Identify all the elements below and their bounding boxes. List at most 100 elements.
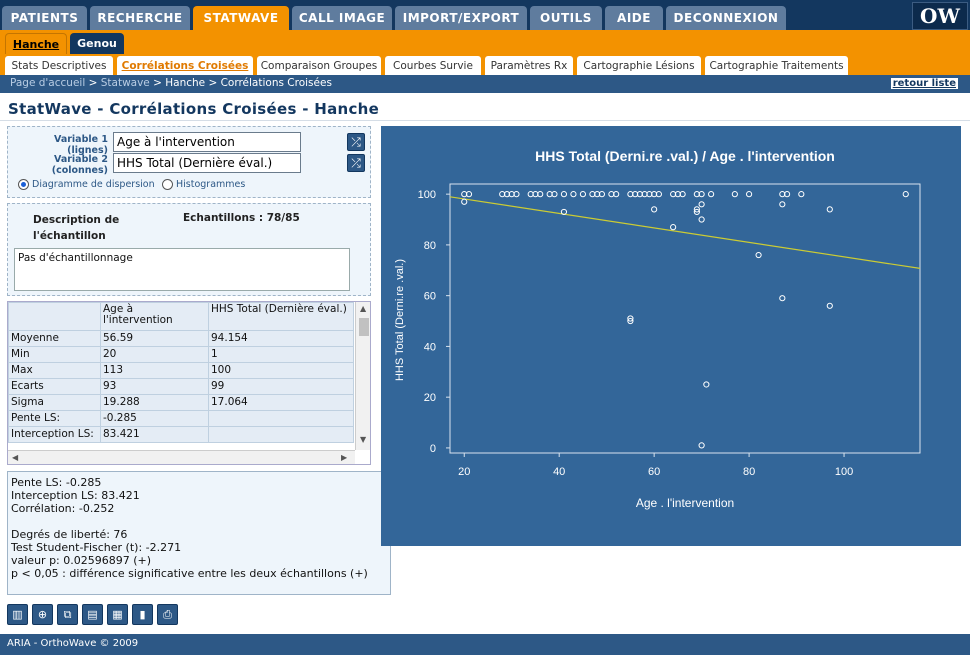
- data-point: [779, 201, 786, 208]
- breadcrumb-home-link[interactable]: Page d'accueil: [10, 77, 85, 89]
- clipboard-icon[interactable]: ▤: [82, 604, 103, 625]
- table-cell: 100: [208, 362, 354, 379]
- table-cell: Moyenne: [8, 330, 101, 347]
- y-tick-label: 100: [418, 189, 436, 201]
- result-degrees-of-freedom: Degrés de liberté: 76: [11, 528, 128, 541]
- y-axis-label: HHS Total (Derni.re .val.): [394, 259, 406, 381]
- y-tick-label: 20: [424, 392, 436, 404]
- tab-correlations-croisees[interactable]: Corrélations Croisées: [117, 56, 253, 75]
- table-cell: 56.59: [100, 330, 209, 347]
- data-point: [698, 216, 705, 223]
- chart-export-icon[interactable]: ▮: [132, 604, 153, 625]
- regression-line: [449, 196, 921, 269]
- result-conclusion: p < 0,05 : différence significative entr…: [11, 567, 368, 580]
- table-row: Sigma 19.288 17.064: [8, 394, 354, 411]
- tab-cartographie-lesions[interactable]: Cartographie Lésions: [577, 56, 701, 75]
- back-to-list-link[interactable]: retour liste: [890, 78, 958, 89]
- shuffle-icon: ⤮: [351, 134, 361, 149]
- table-cell: -0.285: [100, 410, 209, 427]
- data-point: [670, 224, 677, 231]
- x-tick-label: 80: [743, 466, 755, 478]
- tab-outils[interactable]: OUTILS: [530, 6, 602, 30]
- scroll-down-icon[interactable]: ▼: [360, 435, 366, 444]
- tab-stats-descriptives[interactable]: Stats Descriptives: [5, 56, 113, 75]
- table-cell: 83.421: [100, 426, 209, 443]
- tab-import-export[interactable]: IMPORT/EXPORT: [395, 6, 527, 30]
- vertical-scrollbar[interactable]: ▲ ▼: [355, 302, 370, 450]
- print-icon[interactable]: ⎙: [157, 604, 178, 625]
- data-point: [560, 191, 568, 198]
- third-navigation: Stats Descriptives Corrélations Croisées…: [0, 54, 970, 75]
- variable-1-field[interactable]: [113, 132, 301, 152]
- subtab-genou[interactable]: Genou: [70, 33, 124, 54]
- radio-histogram[interactable]: Histogrammes: [162, 179, 245, 190]
- sample-description-textarea[interactable]: Pas d'échantillonnage: [14, 248, 350, 291]
- tab-parametres-rx[interactable]: Paramètres Rx: [485, 56, 573, 75]
- table-cell: 19.288: [100, 394, 209, 411]
- scroll-up-icon[interactable]: ▲: [360, 304, 366, 313]
- sample-description-panel: Description de l'échantillon Echantillon…: [7, 203, 371, 296]
- results-textarea[interactable]: Pente LS: -0.285 Interception LS: 83.421…: [7, 471, 391, 595]
- radio-scatter[interactable]: Diagramme de dispersion: [18, 179, 155, 190]
- tab-deconnexion[interactable]: DECONNEXION: [666, 6, 786, 30]
- result-intercept: Interception LS: 83.421: [11, 489, 140, 502]
- zoom-icon[interactable]: ⊕: [32, 604, 53, 625]
- variable-2-field[interactable]: [113, 153, 301, 173]
- breadcrumb-statwave-link[interactable]: Statwave: [101, 77, 150, 89]
- export-icon[interactable]: ⧉: [57, 604, 78, 625]
- tab-call-image[interactable]: CALL IMAGE: [292, 6, 392, 30]
- horizontal-scrollbar[interactable]: ◀ ▶: [8, 450, 355, 464]
- tab-statwave[interactable]: STATWAVE: [193, 6, 289, 30]
- tab-recherche[interactable]: RECHERCHE: [90, 6, 190, 30]
- radio-histogram-indicator[interactable]: [162, 179, 173, 190]
- scroll-right-icon[interactable]: ▶: [341, 453, 347, 462]
- radio-scatter-indicator[interactable]: [18, 179, 29, 190]
- table-row: Moyenne 56.59 94.154: [8, 330, 354, 347]
- table-row: Interception LS: 83.421: [8, 426, 354, 443]
- sub-navigation: Hanche Genou: [0, 30, 970, 54]
- data-point: [745, 191, 753, 198]
- scroll-left-icon[interactable]: ◀: [12, 453, 18, 462]
- data-point: [651, 206, 658, 213]
- breadcrumb-current: > Hanche > Corrélations Croisées: [149, 77, 332, 89]
- footer: ARIA - OrthoWave © 2009: [0, 634, 970, 655]
- tab-cartographie-traitements[interactable]: Cartographie Traitements: [705, 56, 848, 75]
- data-point: [755, 251, 762, 259]
- table-cell: 20: [100, 346, 209, 363]
- x-tick-label: 100: [835, 466, 853, 478]
- table-cell: 99: [208, 378, 354, 395]
- data-point: [703, 381, 710, 388]
- data-point: [708, 191, 715, 198]
- bar-chart-icon[interactable]: ▥: [7, 604, 28, 625]
- table-cell: 113: [100, 362, 209, 379]
- variable-1-select-button[interactable]: ⤮: [347, 133, 365, 151]
- tab-courbes-survie[interactable]: Courbes Survie: [385, 56, 481, 75]
- variable-2-select-button[interactable]: ⤮: [347, 154, 365, 172]
- x-tick-label: 60: [648, 466, 660, 478]
- data-point: [731, 191, 738, 198]
- y-tick-label: 0: [430, 443, 436, 455]
- orthowave-logo: OW: [912, 2, 968, 30]
- table-export-icon[interactable]: ▦: [107, 604, 128, 625]
- tab-aide[interactable]: AIDE: [605, 6, 663, 30]
- subtab-hanche[interactable]: Hanche: [5, 33, 67, 54]
- table-row: Pente LS: -0.285: [8, 410, 354, 427]
- chart-title: HHS Total (Derni.re .val.) / Age . l'int…: [535, 148, 835, 164]
- radio-scatter-label: Diagramme de dispersion: [32, 179, 155, 190]
- tab-patients[interactable]: PATIENTS: [2, 6, 87, 30]
- samples-count: Echantillons : 78/85: [183, 212, 300, 224]
- scatter-chart: HHS Total (Derni.re .val.) / Age . l'int…: [394, 148, 921, 510]
- data-point: [798, 191, 805, 198]
- top-navigation: PATIENTS RECHERCHE STATWAVE CALL IMAGE I…: [0, 0, 970, 30]
- variable-1-label: Variable 1 (lignes): [53, 134, 108, 156]
- tab-comparaison-groupes[interactable]: Comparaison Groupes: [257, 56, 381, 75]
- table-cell: Interception LS:: [8, 426, 101, 443]
- result-slope: Pente LS: -0.285: [11, 476, 102, 489]
- data-point: [779, 295, 786, 302]
- table-cell: Ecarts: [8, 378, 101, 395]
- scroll-thumb[interactable]: [359, 318, 369, 336]
- table-header-row: Age à l'intervention HHS Total (Dernière…: [8, 302, 354, 331]
- table-cell: [208, 410, 354, 427]
- data-point: [826, 206, 833, 213]
- radio-histogram-label: Histogrammes: [176, 179, 246, 190]
